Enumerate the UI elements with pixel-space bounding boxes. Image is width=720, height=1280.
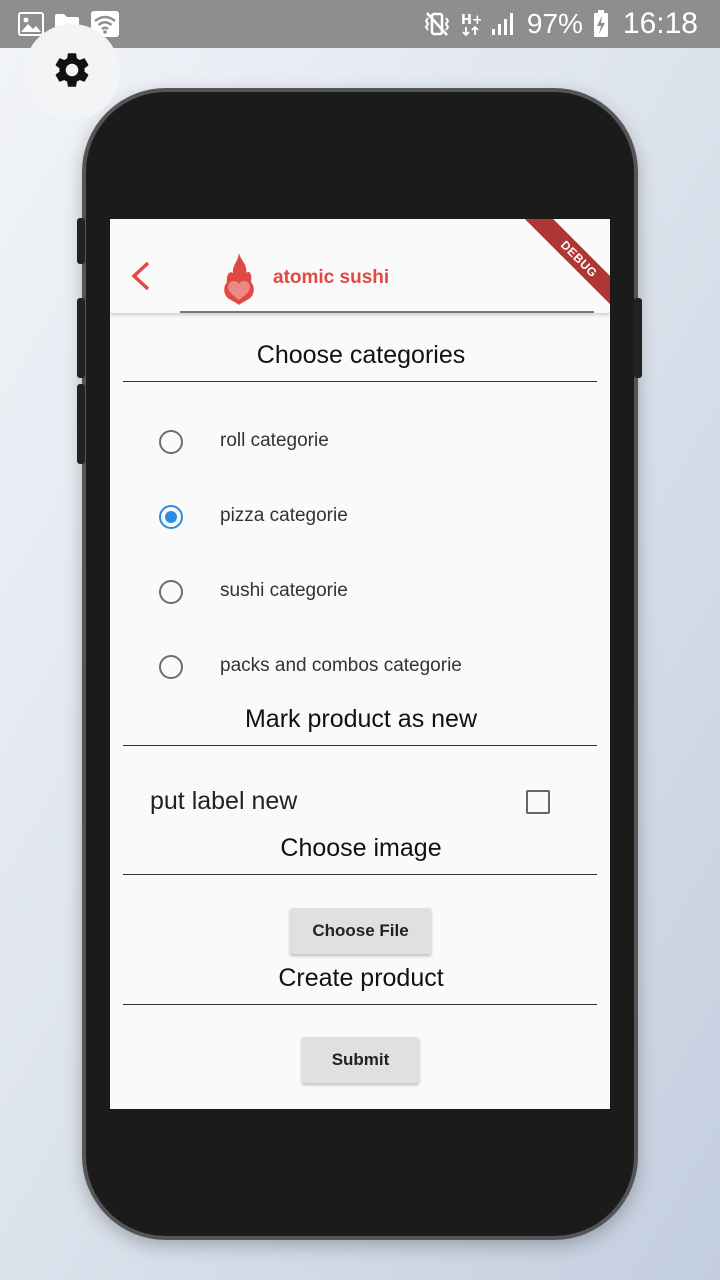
phone-side-button (77, 298, 85, 378)
app-bar: atomic sushi DEBUG (110, 219, 610, 320)
choose-image-title: Choose image (280, 834, 442, 862)
radio-button[interactable] (159, 580, 183, 604)
image-icon (18, 12, 44, 36)
radio-button[interactable] (159, 655, 183, 679)
divider (123, 745, 597, 746)
choose-file-button[interactable]: Choose File (290, 908, 431, 954)
network-h-plus-icon: H+ (461, 11, 481, 37)
app-title: atomic sushi (273, 267, 390, 288)
debug-banner: DEBUG (518, 219, 610, 320)
svg-text:H+: H+ (461, 13, 481, 28)
categories-title: Choose categories (256, 341, 466, 369)
radio-pizza-categorie[interactable]: pizza categorie (110, 492, 610, 542)
divider (123, 381, 597, 382)
radio-label: pizza categorie (220, 505, 348, 526)
new-label-text: put label new (150, 787, 298, 815)
radio-label: sushi categorie (220, 580, 348, 601)
battery-percent: 97% (526, 8, 583, 39)
radio-sushi-categorie[interactable]: sushi categorie (110, 567, 610, 617)
radio-button[interactable] (159, 430, 183, 454)
new-label-checkbox[interactable] (526, 790, 550, 814)
radio-button-selected[interactable] (159, 505, 183, 529)
mark-new-title: Mark product as new (244, 705, 478, 733)
app-screen: atomic sushi DEBUG Choose categories rol… (110, 219, 610, 1109)
gear-icon (51, 49, 93, 96)
signal-icon (491, 12, 517, 36)
phone-side-button (77, 218, 85, 264)
phone-side-button (634, 298, 642, 378)
appbar-divider (180, 311, 594, 313)
radio-label: roll categorie (220, 430, 329, 451)
submit-button[interactable]: Submit (302, 1037, 419, 1083)
battery-charging-icon (593, 10, 609, 38)
radio-label: packs and combos categorie (220, 655, 462, 676)
chevron-left-icon (124, 261, 158, 297)
create-product-title: Create product (278, 964, 444, 992)
status-right-icons: H+ 97% 16:18 (423, 7, 698, 41)
settings-button[interactable] (24, 24, 120, 120)
back-button[interactable] (124, 259, 158, 293)
phone-side-button (77, 384, 85, 464)
divider (123, 1004, 597, 1005)
clock: 16:18 (622, 7, 698, 40)
divider (123, 874, 597, 875)
radio-roll-categorie[interactable]: roll categorie (110, 417, 610, 467)
radio-packs-and-combos-categorie[interactable]: packs and combos categorie (110, 642, 610, 692)
flame-heart-logo (222, 251, 256, 305)
mute-vibrate-icon (423, 11, 451, 37)
